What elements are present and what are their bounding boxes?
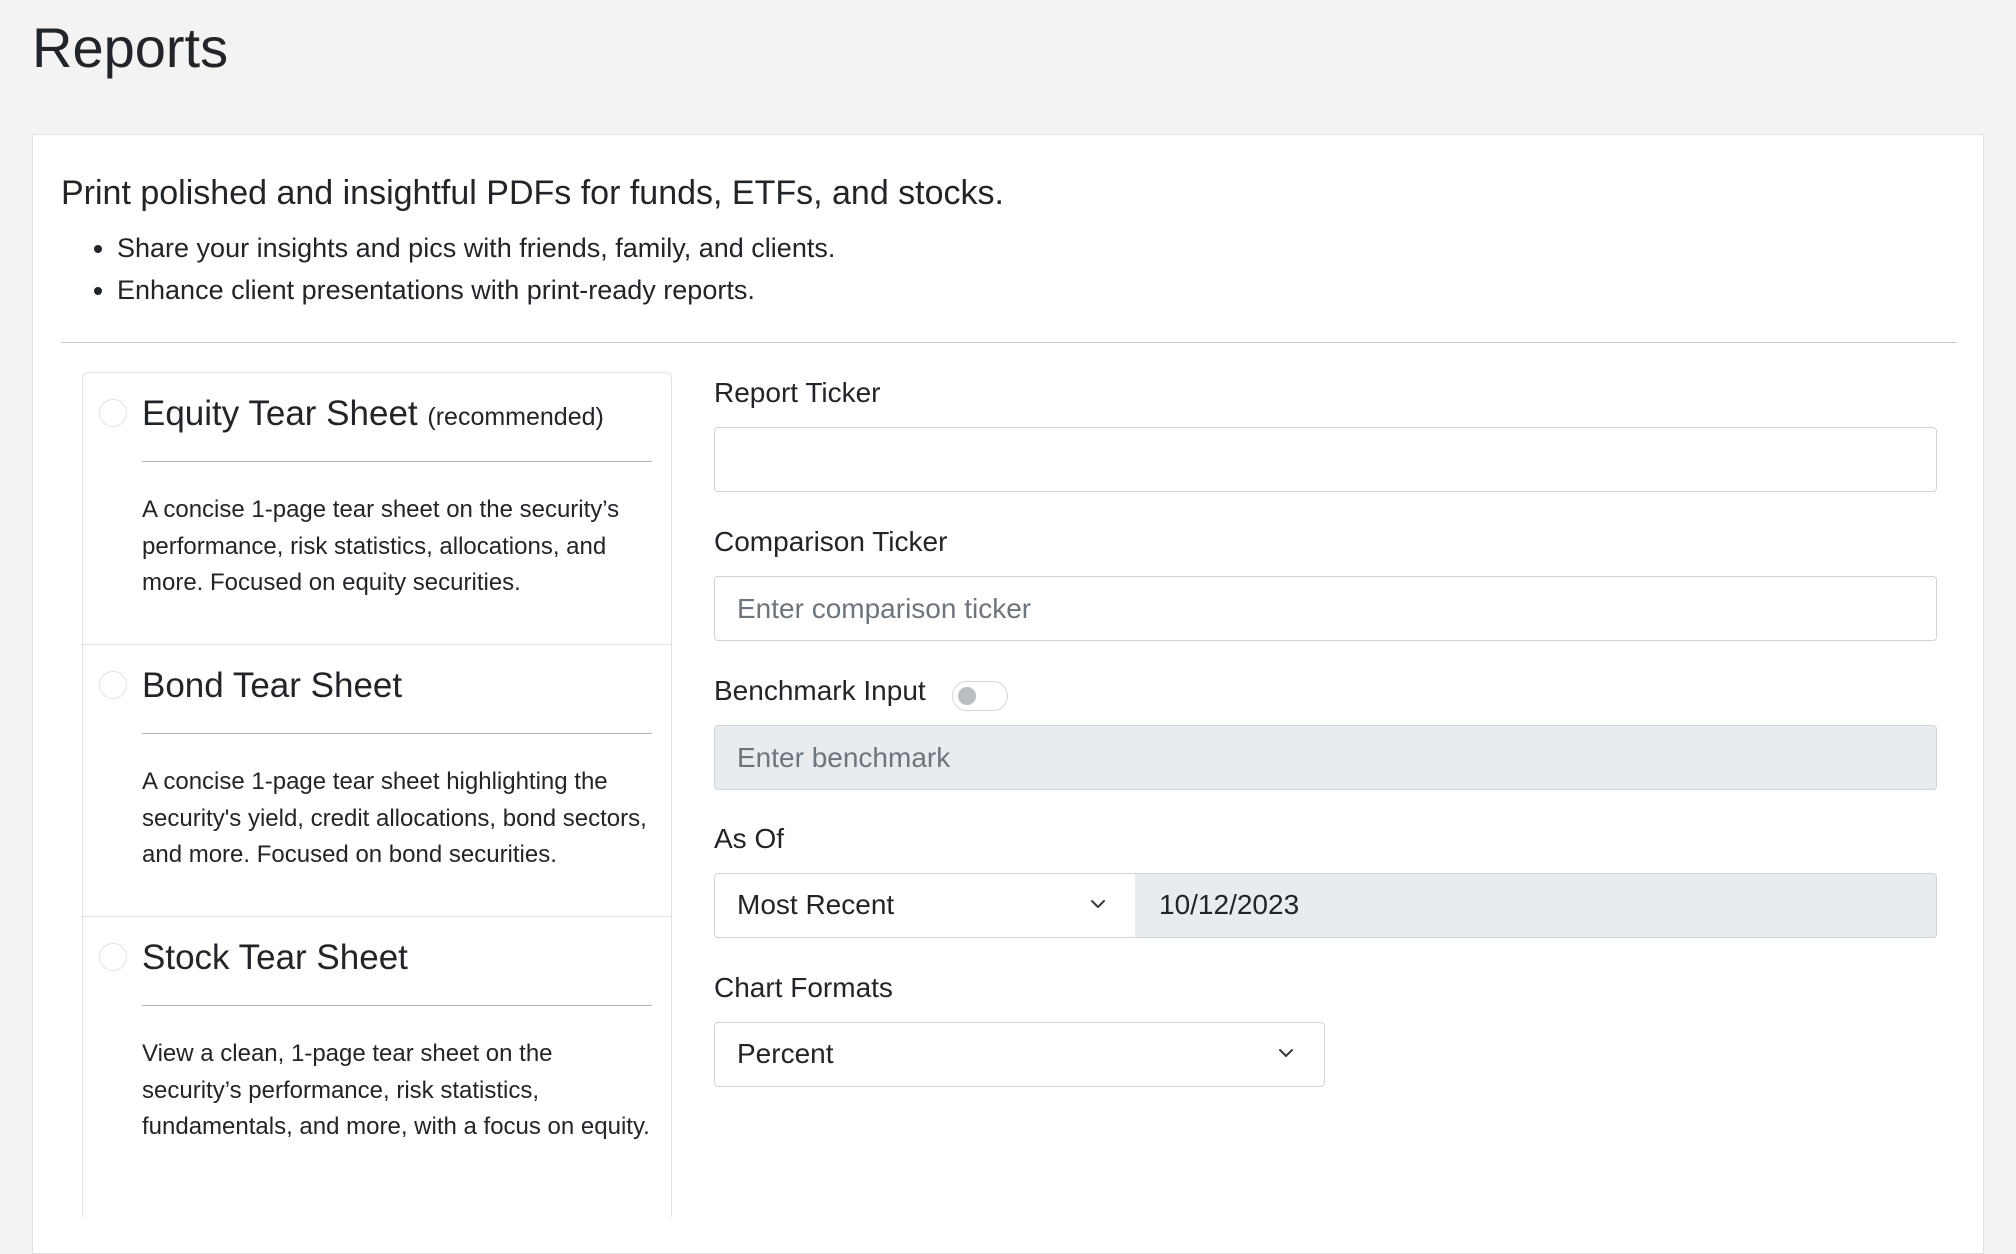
chart-formats-label: Chart Formats [714,972,893,1003]
intro-bullet: Share your insights and pics with friend… [117,227,835,269]
chevron-down-icon [1091,900,1105,908]
as-of-label: As Of [714,823,785,854]
section-divider [61,342,1957,343]
chevron-down-icon [1279,1049,1293,1057]
report-option-divider [142,461,652,462]
report-option-title: Equity Tear Sheet (recommended) [142,391,604,440]
report-option-equity-tear-sheet[interactable]: Equity Tear Sheet (recommended) A concis… [83,373,671,645]
report-option-stock-tear-sheet[interactable]: Stock Tear Sheet View a clean, 1-page te… [83,917,671,1217]
recommended-tag: (recommended) [427,403,604,431]
report-option-title: Bond Tear Sheet [142,663,402,709]
intro-bullets: Share your insights and pics with friend… [61,227,835,311]
report-ticker-input[interactable] [714,427,1937,492]
comparison-ticker-input[interactable] [714,576,1937,641]
benchmark-input [714,725,1937,790]
report-type-list: Equity Tear Sheet (recommended) A concis… [82,372,672,1217]
report-option-description: A concise 1-page tear sheet highlighting… [142,768,647,868]
report-ticker-label: Report Ticker [714,377,881,408]
report-option-description: View a clean, 1-page tear sheet on the s… [142,1040,650,1140]
intro-lead: Print polished and insightful PDFs for f… [61,174,1004,212]
report-option-title-text: Equity Tear Sheet [142,394,418,433]
radio-unchecked-icon[interactable] [99,943,127,971]
chart-formats-selected-value: Percent [737,1038,834,1069]
report-option-description: A concise 1-page tear sheet on the secur… [142,496,620,596]
report-option-title: Stock Tear Sheet [142,935,408,981]
intro-bullet: Enhance client presentations with print-… [117,269,835,311]
as-of-date-field: 10/12/2023 [1135,873,1937,938]
as-of-selected-value: Most Recent [737,889,895,920]
report-option-title-text: Stock Tear Sheet [142,938,408,977]
comparison-ticker-label: Comparison Ticker [714,526,948,557]
radio-unchecked-icon[interactable] [99,399,127,427]
page-title: Reports [32,16,229,79]
report-option-divider [142,1005,652,1006]
radio-unchecked-icon[interactable] [99,671,127,699]
toggle-knob [958,687,976,705]
benchmark-toggle[interactable] [952,681,1008,711]
report-option-divider [142,733,652,734]
chart-formats-select[interactable]: Percent [714,1022,1325,1087]
reports-card: Print polished and insightful PDFs for f… [32,134,1984,1254]
report-option-title-text: Bond Tear Sheet [142,666,403,705]
as-of-select[interactable]: Most Recent [714,873,1136,938]
report-option-bond-tear-sheet[interactable]: Bond Tear Sheet A concise 1-page tear sh… [83,645,671,917]
benchmark-input-label: Benchmark Input [714,675,926,706]
